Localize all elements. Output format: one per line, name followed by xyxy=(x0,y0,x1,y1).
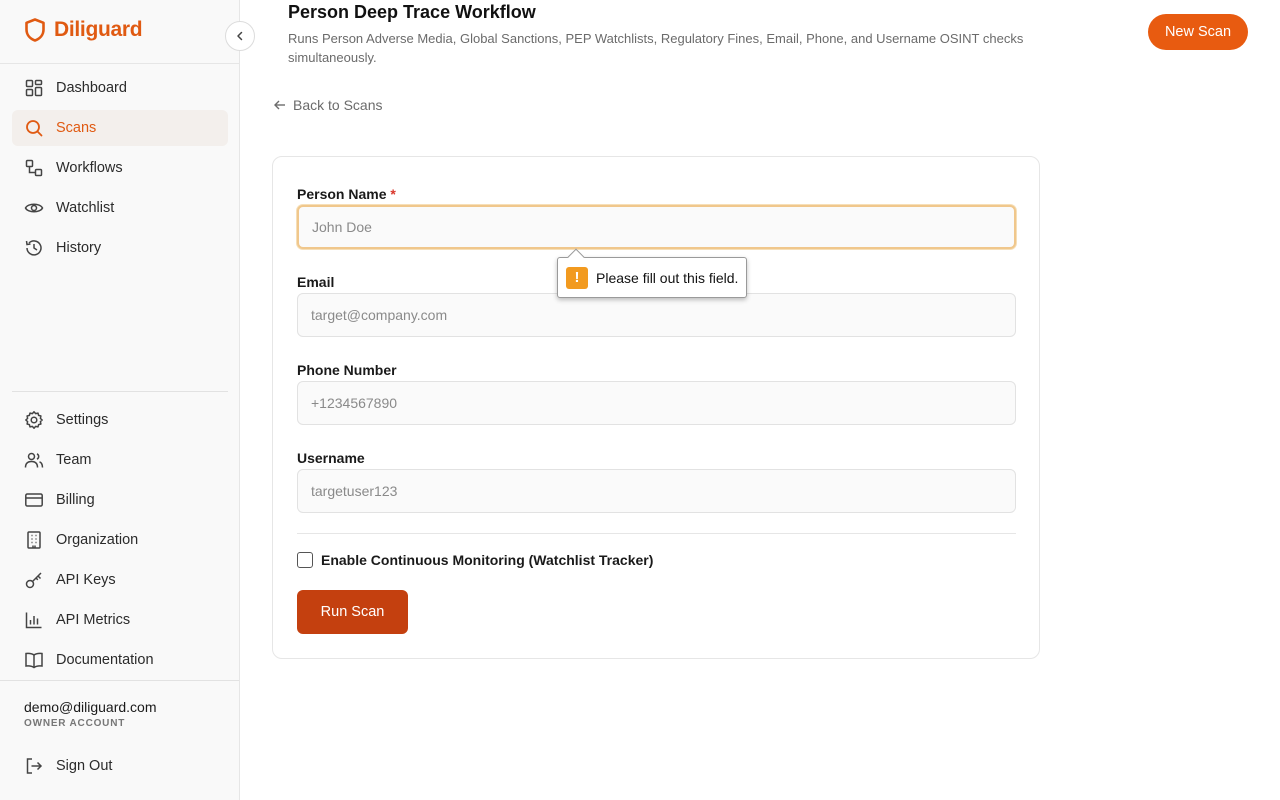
dashboard-icon xyxy=(25,79,43,97)
account-info: demo@diliguard.com OWNER ACCOUNT xyxy=(24,699,157,729)
sidebar-item-label: Billing xyxy=(56,492,95,508)
sidebar-item-watchlist[interactable]: Watchlist xyxy=(12,190,228,226)
divider xyxy=(12,391,228,392)
divider xyxy=(297,533,1016,534)
sidebar-item-api-metrics[interactable]: API Metrics xyxy=(12,602,228,638)
sidebar-item-billing[interactable]: Billing xyxy=(12,482,228,518)
gear-icon xyxy=(25,411,43,429)
sign-out-label: Sign Out xyxy=(56,758,113,774)
shield-icon xyxy=(25,18,45,42)
sidebar-item-team[interactable]: Team xyxy=(12,442,228,478)
required-marker: * xyxy=(390,186,396,202)
arrow-left-icon xyxy=(274,100,285,110)
sidebar-item-label: API Metrics xyxy=(56,612,131,628)
validation-message: Please fill out this field. xyxy=(596,269,739,286)
sidebar-item-label: History xyxy=(56,240,102,256)
history-icon xyxy=(25,240,42,256)
book-icon xyxy=(25,652,43,669)
sidebar-item-label: Documentation xyxy=(56,652,154,668)
sidebar: Diliguard Dashboard Scans Workflows Watc… xyxy=(0,0,240,800)
sidebar-item-history[interactable]: History xyxy=(12,230,228,266)
sidebar-item-label: Settings xyxy=(56,412,109,428)
email-input[interactable] xyxy=(297,293,1016,337)
signout-container: Sign Out xyxy=(12,748,228,788)
bar-chart-icon xyxy=(25,612,42,629)
sidebar-item-organization[interactable]: Organization xyxy=(12,522,228,558)
sidebar-item-label: Scans xyxy=(56,120,97,136)
credit-card-icon xyxy=(25,493,43,507)
eye-icon xyxy=(24,203,44,213)
sign-out-icon xyxy=(26,758,43,774)
brand-name: Diliguard xyxy=(54,18,143,41)
email-label: Email xyxy=(297,274,335,290)
sidebar-item-dashboard[interactable]: Dashboard xyxy=(12,70,228,106)
username-label: Username xyxy=(297,450,365,466)
key-icon xyxy=(25,572,42,589)
username-input[interactable] xyxy=(297,469,1016,513)
run-scan-button[interactable]: Run Scan xyxy=(297,590,408,634)
secondary-nav: Settings Team Billing Organization API K… xyxy=(12,402,228,682)
team-icon xyxy=(24,452,44,468)
sidebar-item-api-keys[interactable]: API Keys xyxy=(12,562,228,598)
sidebar-item-label: API Keys xyxy=(56,572,116,588)
back-link-label: Back to Scans xyxy=(293,97,383,113)
sign-out-button[interactable]: Sign Out xyxy=(12,748,228,784)
sidebar-item-scans[interactable]: Scans xyxy=(12,110,228,146)
continuous-monitoring-option[interactable]: Enable Continuous Monitoring (Watchlist … xyxy=(297,552,653,568)
page-description: Runs Person Adverse Media, Global Sancti… xyxy=(288,31,1024,65)
account-email: demo@diliguard.com xyxy=(24,699,157,715)
sidebar-item-label: Watchlist xyxy=(56,200,115,216)
validation-tooltip: ! Please fill out this field. xyxy=(557,248,748,298)
scan-form-card: Person Name * Email Phone Number Usernam… xyxy=(272,156,1040,659)
phone-input[interactable] xyxy=(297,381,1016,425)
sidebar-item-label: Workflows xyxy=(56,160,123,176)
main-nav: Dashboard Scans Workflows Watchlist Hist… xyxy=(12,70,228,270)
sidebar-item-label: Team xyxy=(56,452,92,468)
chevron-left-icon xyxy=(237,31,243,41)
warning-icon: ! xyxy=(566,266,588,289)
continuous-monitoring-label: Enable Continuous Monitoring (Watchlist … xyxy=(321,552,654,568)
sidebar-item-documentation[interactable]: Documentation xyxy=(12,642,228,678)
building-icon xyxy=(27,531,41,549)
phone-label: Phone Number xyxy=(297,362,397,378)
account-role: OWNER ACCOUNT xyxy=(24,718,126,729)
person-name-label: Person Name * xyxy=(297,186,396,202)
sidebar-item-workflows[interactable]: Workflows xyxy=(12,150,228,186)
sidebar-item-label: Organization xyxy=(56,532,139,548)
person-name-label-text: Person Name xyxy=(297,186,387,202)
workflow-icon xyxy=(25,159,43,177)
search-icon xyxy=(26,120,43,137)
brand-logo[interactable]: Diliguard xyxy=(24,18,143,42)
sidebar-item-settings[interactable]: Settings xyxy=(12,402,228,438)
back-to-scans-link[interactable]: Back to Scans xyxy=(273,97,383,113)
new-scan-button[interactable]: New Scan xyxy=(1148,14,1248,50)
divider xyxy=(0,63,239,64)
collapse-sidebar-button[interactable] xyxy=(225,21,255,51)
person-name-input[interactable] xyxy=(297,205,1016,249)
divider xyxy=(0,680,239,681)
page-title: Person Deep Trace Workflow xyxy=(288,2,536,22)
continuous-monitoring-checkbox[interactable] xyxy=(297,552,313,568)
sidebar-item-label: Dashboard xyxy=(56,80,127,96)
